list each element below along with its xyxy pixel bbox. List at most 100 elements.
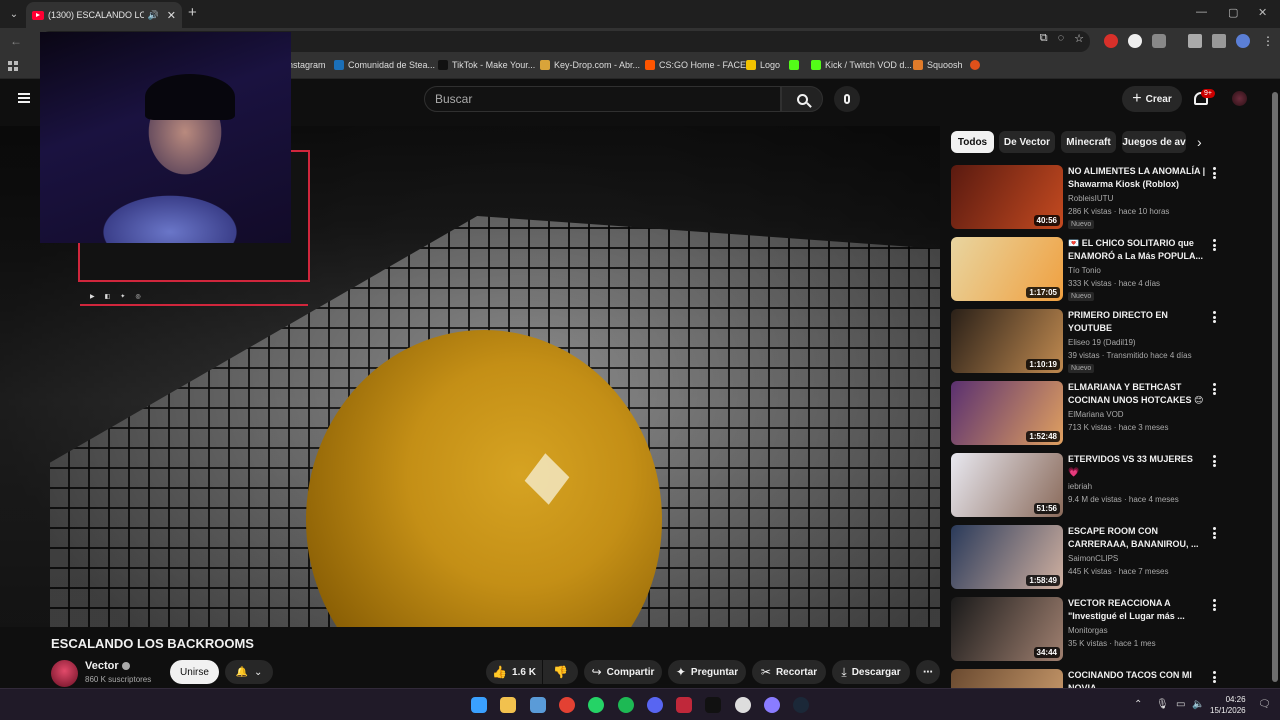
recommendation-item[interactable]: 1:58:49 ESCAPE ROOM CON CARRERAAA, BANANI… <box>951 525 1221 589</box>
channel-avatar[interactable] <box>51 660 78 687</box>
download-icon[interactable] <box>1188 34 1202 48</box>
recommendation-item[interactable]: 1:17:05 💌 EL CHICO SOLITARIO que ENAMORÓ … <box>951 237 1221 301</box>
browser-tab-active[interactable]: (1300) ESCALANDO LOS BA 🔊 ✕ <box>26 2 182 28</box>
bookmark-favicon-icon <box>811 60 821 70</box>
store-icon[interactable] <box>529 697 546 713</box>
create-button[interactable]: + Crear <box>1122 86 1182 112</box>
notification-center-icon[interactable]: 🗨 <box>1258 699 1271 710</box>
clip-button[interactable]: ✂ Recortar <box>752 660 826 684</box>
chrome-icon[interactable] <box>558 697 575 713</box>
recommendation-title: ELMARIANA Y BETHCAST COCINAN UNOS HOTCAK… <box>1068 382 1204 405</box>
voice-search-button[interactable] <box>834 86 860 112</box>
bookmark-star-icon[interactable]: ☆ <box>1074 32 1084 45</box>
tidal-icon[interactable] <box>705 697 722 713</box>
speaker-icon[interactable]: 🔊 <box>148 10 159 21</box>
chip-all[interactable]: Todos <box>951 131 994 153</box>
minimize-icon[interactable]: — <box>1196 6 1207 18</box>
channel-name-text: Vector <box>85 660 119 672</box>
network-icon[interactable]: ▭ <box>1176 699 1185 710</box>
chevron-right-icon[interactable]: › <box>1197 134 1202 150</box>
join-button[interactable]: Unirse <box>170 660 219 684</box>
more-options-icon[interactable] <box>1213 311 1216 323</box>
chip-minecraft[interactable]: Minecraft <box>1061 131 1116 153</box>
more-actions-button[interactable]: ⋯ <box>916 660 940 684</box>
spotify-icon[interactable] <box>617 697 634 713</box>
video-thumbnail[interactable]: 34:44 <box>951 597 1063 661</box>
discord-icon[interactable] <box>646 697 663 713</box>
download-button[interactable]: ⤓ Descargar <box>832 660 910 684</box>
recommendation-item[interactable]: 51:56 ETERVIDOS VS 33 MUJERES 💗 iebriah 9.4… <box>951 453 1221 517</box>
assistant-icon[interactable] <box>764 697 780 713</box>
video-thumbnail[interactable]: 1:10:19 <box>951 309 1063 373</box>
extensions-puzzle-icon[interactable] <box>1152 34 1166 48</box>
steam-icon[interactable] <box>793 697 810 713</box>
more-options-icon[interactable] <box>1213 455 1216 467</box>
extension-red-icon[interactable] <box>1104 34 1118 48</box>
chip-from-vector[interactable]: De Vector <box>999 131 1055 153</box>
subscription-bell-button[interactable]: 🔔 ⌄ <box>225 660 273 684</box>
video-thumbnail[interactable]: 1:17:05 <box>951 237 1063 301</box>
more-options-icon[interactable] <box>1213 671 1216 683</box>
recommendation-item[interactable]: 34:44 VECTOR REACCIONA A "Investigué el L… <box>951 597 1221 661</box>
video-thumbnail[interactable]: 51:56 <box>951 453 1063 517</box>
whatsapp-icon[interactable] <box>588 697 605 713</box>
more-options-icon[interactable] <box>1213 383 1216 395</box>
cast-icon[interactable]: ⧉ <box>1040 32 1048 45</box>
more-options-icon[interactable] <box>1213 167 1216 179</box>
bookmark-item[interactable]: TikTok - Make Your... <box>438 60 535 70</box>
recommendation-item[interactable]: 1:10:19 PRIMERO DIRECTO EN YOUTUBE Eliseo … <box>951 309 1221 373</box>
bookmark-item[interactable]: nstagram <box>288 60 326 70</box>
share-button[interactable]: ↪ Compartir <box>584 660 662 684</box>
close-window-icon[interactable]: ✕ <box>1258 6 1267 19</box>
microphone-tray-icon[interactable]: 🎙 <box>1156 699 1169 710</box>
channel-name[interactable]: Vector <box>85 660 130 672</box>
recommendation-item[interactable]: 40:56 NO ALIMENTES LA ANOMALÍA | Shawarma… <box>951 165 1221 229</box>
thumbs-down-icon: 👎 <box>553 665 568 679</box>
recommendation-item[interactable]: 1:52:48 ELMARIANA Y BETHCAST COCINAN UNOS… <box>951 381 1221 445</box>
bookmark-item[interactable]: Squoosh <box>913 60 963 70</box>
more-options-icon[interactable] <box>1213 239 1216 251</box>
bookmark-item[interactable]: Kick / Twitch VOD d... <box>811 60 912 70</box>
video-thumbnail[interactable]: 40:56 <box>951 165 1063 229</box>
bookmark-overflow-icon[interactable] <box>970 60 980 70</box>
new-tab-plus-icon[interactable]: + <box>188 4 197 21</box>
file-explorer-icon[interactable] <box>500 697 517 713</box>
video-thumbnail[interactable]: 1:52:48 <box>951 381 1063 445</box>
dislike-button[interactable]: 👎 <box>543 660 578 684</box>
game-icon[interactable] <box>734 697 751 713</box>
back-arrow-icon[interactable]: ← <box>10 34 22 48</box>
like-button[interactable]: 👍 1.6 K <box>486 660 542 684</box>
profile-avatar-icon[interactable] <box>1236 34 1250 48</box>
tab-search-chevron-icon[interactable]: ⌄ <box>4 4 24 24</box>
taskbar-clock[interactable]: 04:26 15/1/2026 <box>1210 694 1246 716</box>
video-thumbnail[interactable]: 1:58:49 <box>951 525 1063 589</box>
obs-icon[interactable] <box>676 697 693 713</box>
tab-close-icon[interactable]: ✕ <box>167 9 176 22</box>
reading-list-icon[interactable] <box>1212 34 1226 48</box>
windows-start-icon[interactable] <box>471 697 487 713</box>
tray-chevron-up-icon[interactable]: ⌃ <box>1134 699 1142 710</box>
bookmark-label: Squoosh <box>927 60 963 70</box>
bookmark-favicon-icon <box>913 60 923 70</box>
bookmark-item[interactable] <box>789 60 803 70</box>
more-options-icon[interactable] <box>1213 527 1216 539</box>
avatar[interactable] <box>1232 91 1247 106</box>
apps-grid-icon[interactable] <box>8 61 18 71</box>
browser-menu-icon[interactable]: ⋮ <box>1262 34 1274 48</box>
search-button[interactable] <box>781 86 823 112</box>
ask-button[interactable]: ✦ Preguntar <box>668 660 746 684</box>
bookmark-item[interactable]: Logo <box>746 60 780 70</box>
more-options-icon[interactable] <box>1213 599 1216 611</box>
menu-hamburger-icon[interactable] <box>18 93 30 103</box>
chip-games[interactable]: Juegos de av <box>1122 131 1186 153</box>
volume-icon[interactable]: 🔈 <box>1192 699 1204 710</box>
bookmark-item[interactable]: CS:GO Home - FACE... <box>645 60 754 70</box>
eye-off-icon[interactable]: ◌ <box>1058 32 1065 45</box>
extension-m-icon[interactable] <box>1128 34 1142 48</box>
scrollbar-thumb[interactable] <box>1272 92 1278 682</box>
maximize-icon[interactable]: ▢ <box>1228 6 1238 19</box>
notification-count-badge: 9+ <box>1201 89 1215 98</box>
search-input[interactable]: Buscar <box>424 86 781 112</box>
bookmark-item[interactable]: Key-Drop.com - Abr... <box>540 60 640 70</box>
bookmark-item[interactable]: Comunidad de Stea... <box>334 60 435 70</box>
